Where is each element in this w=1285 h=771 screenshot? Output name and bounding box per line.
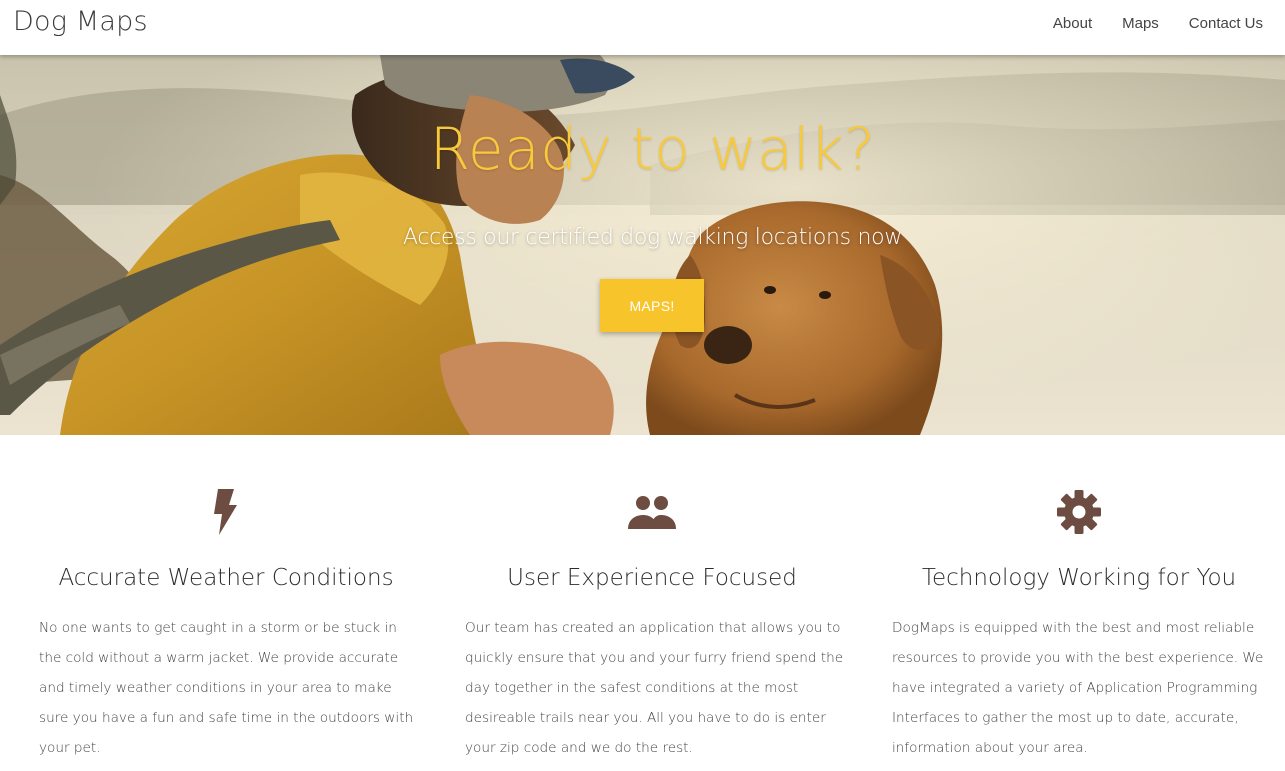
people-icon: [628, 496, 676, 529]
feature-title: Technology Working for You: [921, 565, 1237, 591]
nav-link-about[interactable]: About: [1038, 15, 1107, 32]
feature-description: Our team has created an application that…: [465, 620, 844, 756]
hero-subtitle: Access our certified dog walking locatio…: [402, 225, 903, 250]
brand-logo[interactable]: Dog Maps: [13, 6, 148, 37]
feature-description: DogMaps is equipped with the best and mo…: [892, 620, 1264, 756]
hero-title: Ready to walk?: [429, 115, 876, 183]
navbar: Dog Maps About Maps Contact Us: [0, 0, 1285, 55]
feature-title: Accurate Weather Conditions: [58, 565, 394, 591]
nav-link-maps[interactable]: Maps: [1107, 15, 1174, 32]
features-section: Accurate Weather Conditions No one wants…: [0, 435, 1285, 771]
gear-icon: [1057, 490, 1101, 534]
lightning-bolt-icon: [214, 489, 237, 535]
feature-description: No one wants to get caught in a storm or…: [39, 620, 414, 756]
hero-section: Ready to walk? Access our certified dog …: [0, 55, 1285, 435]
maps-button[interactable]: MAPS!: [600, 279, 704, 332]
feature-title: User Experience Focused: [507, 565, 797, 591]
nav-link-contact[interactable]: Contact Us: [1174, 15, 1278, 32]
nav-links: About Maps Contact Us: [1038, 15, 1278, 32]
